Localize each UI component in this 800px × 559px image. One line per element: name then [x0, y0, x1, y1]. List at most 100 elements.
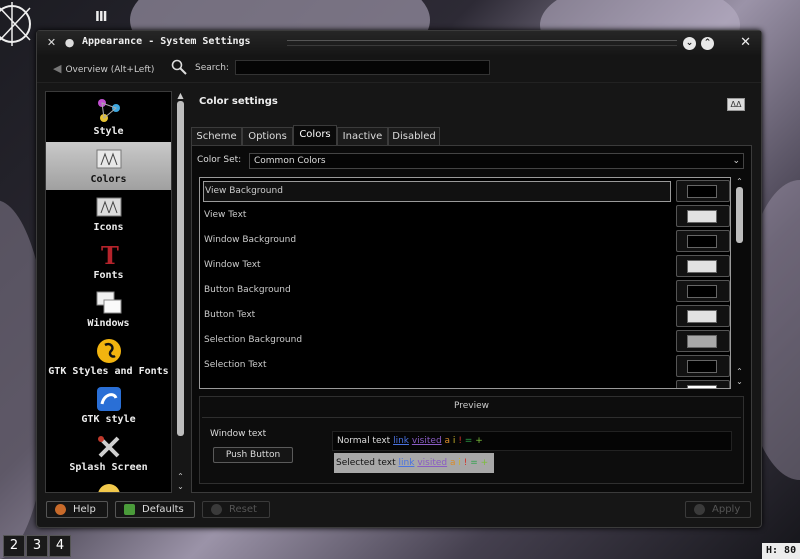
color-swatch	[687, 385, 717, 388]
tab-inactive[interactable]: Inactive	[337, 127, 388, 145]
help-button[interactable]: Help	[46, 501, 108, 518]
colors-help-icon[interactable]: ΔΔ	[727, 98, 745, 111]
scroll-up-arrow-icon[interactable]: ⌃	[176, 472, 185, 481]
category-sidebar: Style Colors Icons T Fonts Windows GTK S…	[45, 91, 172, 493]
preview-push-button[interactable]: Push Button	[213, 447, 293, 463]
color-row[interactable]: Window Text	[200, 254, 730, 279]
color-swatch	[687, 185, 717, 198]
scrollbar-thumb[interactable]	[177, 101, 184, 436]
color-row-label	[203, 381, 671, 388]
scroll-up-arrow-icon[interactable]: ▲	[176, 91, 185, 100]
back-arrow-icon: ◀	[53, 62, 62, 75]
pager-desktop-3[interactable]: 3	[26, 535, 48, 557]
tab-options[interactable]: Options	[242, 127, 293, 145]
sidebar-item-style[interactable]: Style	[46, 94, 171, 142]
color-row[interactable]	[200, 379, 730, 388]
reset-label: Reset	[229, 504, 257, 515]
color-row[interactable]: View Text	[200, 204, 730, 229]
sidebar-item-gtk-styles-and-fonts[interactable]: GTK Styles and Fonts	[46, 334, 171, 382]
scroll-up-arrow-icon[interactable]: ⌃	[735, 367, 744, 376]
color-row[interactable]: Selection Text	[200, 354, 730, 379]
tools-icon[interactable]: ✕	[45, 36, 58, 49]
overview-button[interactable]: ◀ Overview (Alt+Left)	[53, 62, 154, 75]
defaults-label: Defaults	[142, 504, 184, 515]
desktop-emblem-icon	[0, 2, 31, 46]
tab-colors[interactable]: Colors	[293, 125, 337, 145]
preview-selected-positive-text: +	[480, 458, 489, 468]
gtk-style-icon	[97, 387, 121, 411]
color-picker-button[interactable]	[676, 255, 730, 277]
color-list-scrollbar[interactable]: ⌃ ⌃ ⌄	[735, 177, 744, 389]
apply-label: Apply	[712, 504, 741, 515]
scroll-up-arrow-icon[interactable]: ⌃	[735, 177, 744, 186]
search-input[interactable]	[235, 60, 490, 75]
color-row[interactable]: Button Background	[200, 279, 730, 304]
scroll-down-arrow-icon[interactable]: ⌄	[176, 482, 185, 491]
color-row[interactable]: Window Background	[200, 229, 730, 254]
preview-panel: Preview Window text Push Button Normal t…	[199, 396, 744, 484]
color-row-label: Button Text	[204, 310, 256, 320]
search-label: Search:	[195, 63, 229, 73]
minimize-button[interactable]: ⌄	[683, 37, 696, 50]
sidebar-scrollbar[interactable]: ▲ ⌃ ⌄	[176, 91, 185, 493]
sidebar-item-label: Colors	[90, 174, 127, 185]
sidebar-item-label: GTK style	[81, 414, 136, 425]
preview-title: Preview	[453, 401, 490, 411]
sidebar-item-gtk-style[interactable]: GTK style	[46, 382, 171, 430]
color-row[interactable]: Button Text	[200, 304, 730, 329]
icons-icon	[96, 197, 122, 217]
preview-selected-inactive-text: i	[458, 458, 461, 468]
pager-desktop-2[interactable]: 2	[3, 535, 25, 557]
sidebar-item-splash-screen[interactable]: Splash Screen	[46, 430, 171, 478]
preview-link[interactable]: link	[393, 436, 409, 446]
sidebar-item-colors[interactable]: Colors	[46, 142, 171, 190]
color-picker-button[interactable]	[676, 330, 730, 352]
preview-inactive-text: i	[452, 436, 456, 446]
color-picker-button[interactable]	[676, 280, 730, 302]
tab-scheme[interactable]: Scheme	[191, 127, 242, 145]
sidebar-item-label: Splash Screen	[69, 462, 148, 473]
title-decoration	[287, 40, 677, 46]
pager-desktop-4[interactable]: 4	[49, 535, 71, 557]
splash-screen-icon	[98, 436, 120, 458]
color-picker-button[interactable]	[676, 180, 730, 202]
tab-disabled[interactable]: Disabled	[388, 127, 440, 145]
color-row[interactable]: View Background	[200, 179, 730, 204]
help-icon	[55, 504, 66, 515]
color-set-select[interactable]: Common Colors ⌄	[249, 153, 744, 169]
color-row[interactable]: Selection Background	[200, 329, 730, 354]
preview-visited-link[interactable]: visited	[412, 436, 442, 446]
sidebar-item-windows[interactable]: Windows	[46, 286, 171, 334]
preview-selected-neutral-text: =	[470, 458, 478, 468]
color-picker-button[interactable]	[676, 205, 730, 227]
preview-normal-text-row: Normal text link visited a i ! = +	[332, 431, 732, 451]
color-set-label: Color Set:	[197, 155, 242, 165]
preview-selected-link[interactable]: link	[399, 458, 415, 468]
window-menu-icon[interactable]: ●	[63, 36, 76, 49]
sidebar-item-icons[interactable]: Icons	[46, 190, 171, 238]
color-row-label: Selection Background	[204, 335, 303, 345]
defaults-button[interactable]: Defaults	[115, 501, 195, 518]
close-button[interactable]: ✕	[740, 35, 751, 50]
scrollbar-thumb[interactable]	[736, 187, 743, 243]
style-icon	[98, 99, 120, 122]
color-row-label: Button Background	[204, 285, 291, 295]
color-picker-button[interactable]	[676, 355, 730, 377]
color-picker-button[interactable]	[676, 305, 730, 327]
color-picker-button[interactable]	[676, 380, 730, 388]
preview-window-text: Window text	[210, 429, 267, 439]
color-row-label: Selection Text	[204, 360, 267, 370]
chevron-down-icon: ⌄	[732, 156, 740, 166]
maximize-button[interactable]: ⌃	[701, 37, 714, 50]
preview-selected-visited-link[interactable]: visited	[417, 458, 447, 468]
reset-button[interactable]: Reset	[202, 501, 270, 518]
sidebar-item-fonts[interactable]: T Fonts	[46, 238, 171, 286]
color-swatch	[687, 210, 717, 223]
color-picker-button[interactable]	[676, 230, 730, 252]
preview-normal-text: Normal text	[337, 436, 391, 446]
apply-button[interactable]: Apply	[685, 501, 751, 518]
title-bar[interactable]: ✕ ● Appearance - System Settings ⌄ ⌃ ✕	[37, 31, 761, 55]
reset-icon	[211, 504, 222, 515]
scroll-down-arrow-icon[interactable]: ⌄	[735, 377, 744, 386]
preview-selected-active-text: a	[449, 458, 456, 468]
